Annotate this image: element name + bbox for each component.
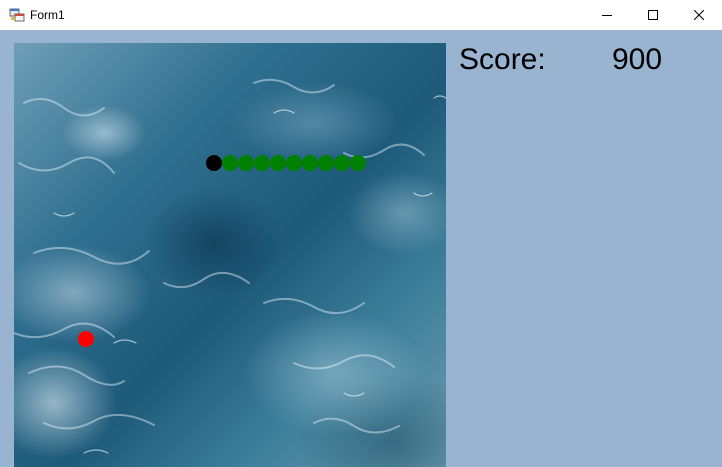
snake-body-segment bbox=[254, 155, 270, 171]
windows-form-icon bbox=[9, 8, 25, 22]
snake-body-segment bbox=[302, 155, 318, 171]
snake-body-segment bbox=[238, 155, 254, 171]
snake-body-segment bbox=[270, 155, 286, 171]
minimize-icon bbox=[602, 15, 612, 16]
maximize-button[interactable] bbox=[630, 0, 676, 30]
snake-body-segment bbox=[334, 155, 350, 171]
game-board[interactable] bbox=[14, 43, 446, 467]
snake-body-segment bbox=[222, 155, 238, 171]
snake-body-segment bbox=[318, 155, 334, 171]
score-label: Score: bbox=[459, 43, 546, 76]
food-pellet bbox=[78, 331, 94, 347]
score-value: 900 bbox=[612, 43, 663, 76]
snake-head bbox=[206, 155, 222, 171]
maximize-icon bbox=[648, 10, 658, 20]
app-window: Form1 Score: 900 bbox=[0, 0, 722, 467]
snake-body-segment bbox=[350, 155, 366, 171]
title-bar[interactable]: Form1 bbox=[0, 0, 722, 30]
minimize-button[interactable] bbox=[584, 0, 630, 30]
snake-body-segment bbox=[286, 155, 302, 171]
water-background-texture bbox=[14, 78, 446, 454]
window-title: Form1 bbox=[30, 8, 65, 22]
close-icon bbox=[694, 10, 704, 20]
close-button[interactable] bbox=[676, 0, 722, 30]
